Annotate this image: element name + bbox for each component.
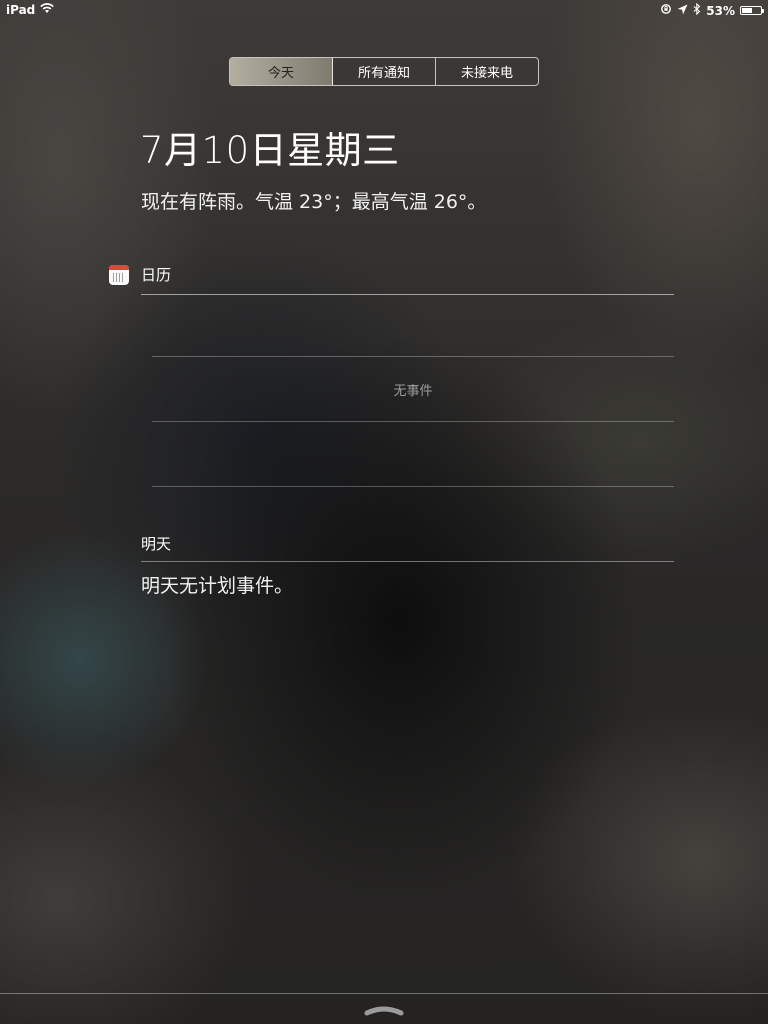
status-right: 53% [660,2,764,18]
tab-today[interactable]: 今天 [230,58,333,85]
battery-icon [740,6,764,15]
bluetooth-icon [693,2,701,18]
rotation-lock-icon [660,3,672,18]
tomorrow-summary: 明天无计划事件。 [141,575,294,597]
calendar-timeline-line [152,421,674,422]
device-name: iPad [6,3,36,17]
wifi-icon [40,3,55,17]
calendar-icon [109,265,129,285]
battery-level-fill [742,8,752,13]
tomorrow-section-header[interactable]: 明天 [141,533,674,562]
tab-all-notifications[interactable]: 所有通知 [333,58,436,85]
grabber-handle-icon[interactable] [364,1002,404,1016]
status-bar: iPad 53% [0,0,768,20]
bottom-divider [0,993,768,994]
calendar-section-title: 日历 [141,266,172,284]
status-left: iPad [6,3,55,17]
tomorrow-section-title: 明天 [141,535,172,553]
tab-missed-calls[interactable]: 未接来电 [436,58,538,85]
no-events-label: 无事件 [393,384,433,399]
location-arrow-icon [677,4,688,18]
calendar-timeline-line [152,356,674,357]
weather-summary: 现在有阵雨。气温 23°；最高气温 26°。 [141,191,487,213]
calendar-section-header[interactable]: 日历 [141,264,674,295]
battery-percent: 53% [706,3,735,18]
today-date: 7月10日星期三 [140,129,400,172]
notification-center-tabs: 今天 所有通知 未接来电 [229,57,539,86]
calendar-timeline-line [152,486,674,487]
